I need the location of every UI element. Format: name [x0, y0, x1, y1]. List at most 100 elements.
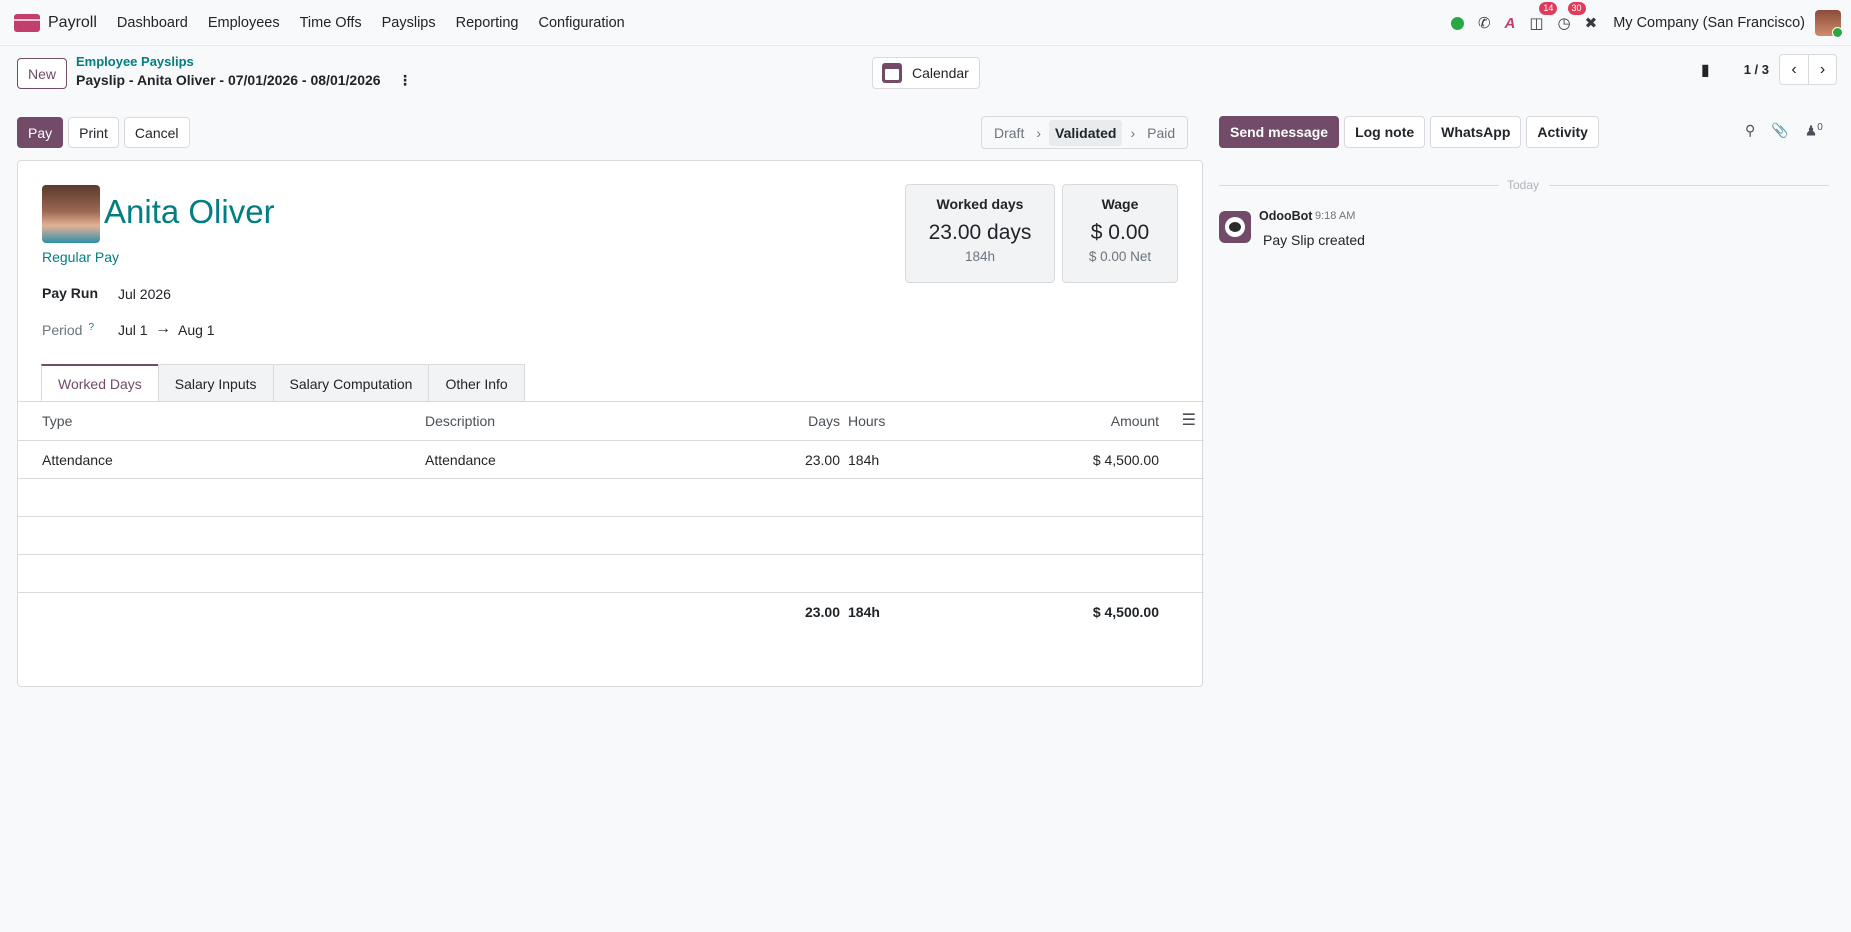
menu-reporting[interactable]: Reporting [456, 15, 519, 31]
worked-days-value: 23.00 days [928, 221, 1032, 244]
breadcrumb-current: Payslip - Anita Oliver - 07/01/2026 - 08… [76, 72, 381, 88]
new-button[interactable]: New [17, 58, 68, 89]
pay-button[interactable]: Pay [17, 117, 64, 148]
menu-configuration[interactable]: Configuration [539, 15, 625, 31]
calendar-button[interactable]: Calendar [872, 57, 980, 89]
optional-columns-icon[interactable]: ☰ [1182, 410, 1196, 430]
worked-days-table: Type Description Days Hours Amount ☰ Att… [18, 402, 1204, 631]
print-button[interactable]: Print [68, 117, 119, 148]
form-sheet: Anita Oliver Regular Pay Pay Run Jul 202… [17, 160, 1204, 687]
row-days: 23.00 [804, 452, 840, 468]
header-amount[interactable]: Amount [1111, 413, 1159, 429]
row-hours: 184h [848, 452, 880, 468]
wage-title: Wage [1101, 196, 1139, 212]
log-note-button[interactable]: Log note [1344, 116, 1426, 148]
message-time: 9:18 AM [1315, 210, 1356, 222]
tab-salary-inputs[interactable]: Salary Inputs [157, 364, 274, 402]
status-bar: Draft › Validated › Paid [981, 116, 1189, 149]
stage-paid[interactable]: Paid [1143, 125, 1179, 141]
period-label: Period? [42, 322, 94, 338]
activity-button[interactable]: Activity [1526, 116, 1599, 148]
date-separator: Today [1219, 176, 1829, 196]
period-start[interactable]: Jul 1 [118, 322, 148, 338]
structure-type-link[interactable]: Regular Pay [42, 249, 119, 265]
odoobot-avatar[interactable] [1219, 211, 1251, 243]
activities-clock-icon[interactable]: ◷ 30 [1558, 2, 1586, 32]
header-type[interactable]: Type [42, 413, 72, 429]
worked-hours-value: 184h [964, 249, 996, 264]
separator-line-right [1549, 185, 1829, 186]
actions-menu-icon[interactable]: ⋮ [398, 72, 412, 89]
header-hours[interactable]: Hours [848, 413, 885, 429]
pager-value[interactable]: 1 / 3 [1744, 62, 1769, 77]
date-separator-label: Today [1507, 178, 1540, 192]
total-hours: 184h [848, 604, 880, 620]
send-message-button[interactable]: Send message [1219, 116, 1340, 148]
arrow-right-icon: → [155, 320, 171, 337]
chevron-right-icon: › [1130, 124, 1136, 141]
tab-salary-computation[interactable]: Salary Computation [272, 364, 430, 402]
menu-employees[interactable]: Employees [208, 15, 280, 31]
worked-days-title: Worked days [936, 196, 1024, 212]
breadcrumb-parent[interactable]: Employee Payslips [76, 54, 194, 69]
cancel-button[interactable]: Cancel [123, 117, 190, 148]
company-switcher[interactable]: My Company (San Francisco) [1613, 15, 1805, 31]
search-icon[interactable]: ⚲ [1745, 122, 1755, 139]
activities-badge: 30 [1567, 2, 1586, 15]
menu-payslips[interactable]: Payslips [382, 15, 436, 31]
totals-row: 23.00 184h $ 4,500.00 [18, 593, 1204, 631]
menu-dashboard[interactable]: Dashboard [117, 15, 188, 31]
header-days[interactable]: Days [808, 413, 840, 429]
period-label-text: Period [42, 322, 83, 338]
header-description[interactable]: Description [425, 413, 495, 429]
employee-photo[interactable] [42, 185, 100, 243]
messages-icon[interactable]: ◫ 14 [1529, 2, 1558, 32]
calendar-label: Calendar [912, 65, 969, 81]
table-row[interactable]: Attendance Attendance 23.00 184h $ 4,500… [18, 441, 1204, 479]
ai-assistant-icon[interactable]: A [1505, 15, 1516, 32]
empty-row [18, 517, 1204, 555]
menu-time-offs[interactable]: Time Offs [300, 15, 362, 31]
stage-validated[interactable]: Validated [1049, 119, 1123, 146]
period-end[interactable]: Aug 1 [178, 322, 215, 338]
total-amount: $ 4,500.00 [1092, 604, 1159, 620]
wage-net-value: $ 0.00 Net [1088, 249, 1152, 264]
notebook-tabs: Worked Days Salary Inputs Salary Computa… [41, 364, 525, 402]
message-body: Pay Slip created [1263, 232, 1365, 248]
pager-next-button[interactable]: › [1808, 55, 1836, 84]
row-amount: $ 4,500.00 [1092, 452, 1159, 468]
followers-button[interactable]: ♟0 [1805, 122, 1823, 140]
presence-status-icon[interactable] [1450, 16, 1464, 30]
calendar-icon [882, 63, 902, 83]
separator-line-left [1219, 185, 1499, 186]
pay-run-value[interactable]: Jul 2026 [118, 286, 171, 302]
employee-name[interactable]: Anita Oliver [104, 193, 275, 231]
top-navbar: Payroll Dashboard Employees Time Offs Pa… [0, 0, 1851, 46]
payroll-app-icon[interactable] [14, 13, 40, 32]
chevron-right-icon: › [1036, 124, 1042, 141]
stage-draft[interactable]: Draft [990, 125, 1028, 141]
follower-icon: ♟ [1804, 122, 1818, 139]
row-description: Attendance [425, 452, 496, 468]
bookmark-icon[interactable]: ▮ [1701, 60, 1710, 80]
pager-previous-button[interactable]: ‹ [1780, 55, 1808, 84]
user-avatar[interactable] [1815, 10, 1843, 38]
message-author[interactable]: OdooBot [1259, 209, 1312, 223]
phone-icon[interactable]: ✆ [1478, 14, 1491, 32]
followers-count: 0 [1817, 122, 1823, 133]
table-header-row: Type Description Days Hours Amount ☰ [18, 402, 1204, 441]
whatsapp-button[interactable]: WhatsApp [1430, 116, 1522, 148]
tab-other-info[interactable]: Other Info [428, 364, 525, 402]
worked-days-stat[interactable]: Worked days 23.00 days 184h [905, 184, 1055, 283]
app-name[interactable]: Payroll [48, 14, 97, 32]
total-days: 23.00 [804, 604, 840, 620]
empty-row [18, 479, 1204, 517]
paperclip-icon[interactable]: 📎 [1771, 122, 1788, 139]
period-help-icon[interactable]: ? [88, 322, 94, 333]
wage-stat[interactable]: Wage $ 0.00 $ 0.00 Net [1062, 184, 1178, 283]
empty-row [18, 555, 1204, 593]
messages-badge: 14 [1539, 2, 1558, 15]
tab-worked-days[interactable]: Worked Days [41, 364, 159, 402]
wage-value: $ 0.00 [1090, 221, 1150, 244]
debug-tools-icon[interactable]: ✖ [1585, 14, 1598, 32]
